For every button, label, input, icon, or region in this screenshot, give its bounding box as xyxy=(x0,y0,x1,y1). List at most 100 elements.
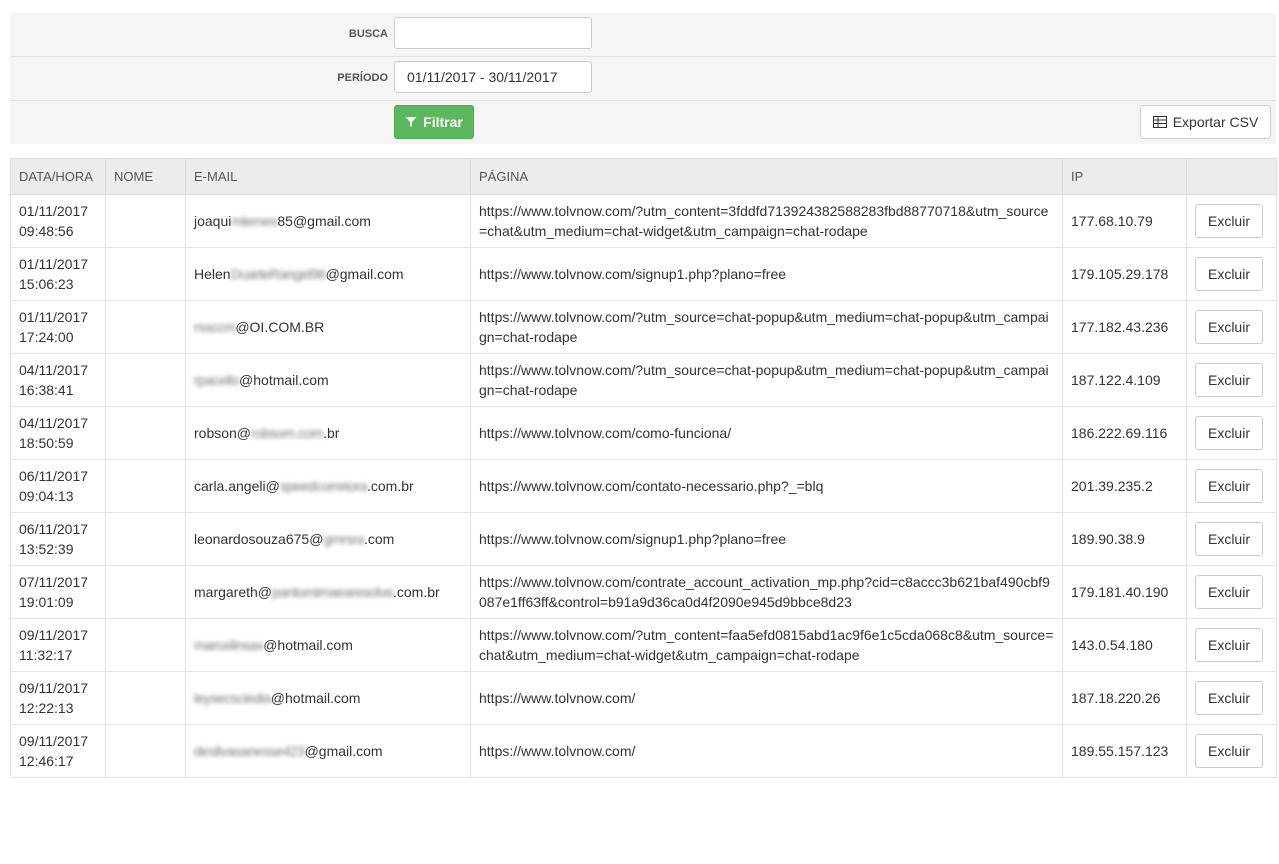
leads-table: DATA/HORA NOME E-MAIL PÁGINA IP 01/11/20… xyxy=(10,158,1277,778)
export-csv-button[interactable]: Exportar CSV xyxy=(1140,105,1271,139)
cell-ip: 186.222.69.116 xyxy=(1062,406,1187,460)
cell-ip: 177.68.10.79 xyxy=(1062,194,1187,248)
cell-date: 09/11/2017 xyxy=(19,733,89,749)
header-email[interactable]: E-MAIL xyxy=(185,158,471,195)
email-visible-end: @hotmail.com xyxy=(239,372,329,388)
delete-button[interactable]: Excluir xyxy=(1195,204,1263,238)
email-visible-end: .com xyxy=(363,531,395,547)
cell-page: https://www.tolvnow.com/?utm_content=faa… xyxy=(470,618,1063,672)
search-input[interactable] xyxy=(394,17,592,49)
table-icon xyxy=(1152,116,1167,128)
delete-button[interactable]: Excluir xyxy=(1195,522,1263,556)
filter-button-label: Filtrar xyxy=(423,114,463,130)
cell-ip: 189.90.38.9 xyxy=(1062,512,1187,566)
header-page[interactable]: PÁGINA xyxy=(470,158,1063,195)
cell-datetime: 09/11/2017 12:46:17 xyxy=(10,724,106,778)
cell-time: 18:50:59 xyxy=(19,435,74,451)
delete-button[interactable]: Excluir xyxy=(1195,575,1263,609)
email-visible-start: carla.angeli@ xyxy=(194,478,280,494)
cell-actions: Excluir xyxy=(1186,565,1277,619)
cell-actions: Excluir xyxy=(1186,512,1277,566)
cell-email: margareth@pantomimaearesolve.com.br xyxy=(185,565,471,619)
search-label: BUSCA xyxy=(348,28,388,40)
cell-ip: 189.55.157.123 xyxy=(1062,724,1187,778)
cell-page: https://www.tolvnow.com/ xyxy=(470,724,1063,778)
cell-date: 01/11/2017 xyxy=(19,256,89,272)
cell-time: 19:01:09 xyxy=(19,594,74,610)
cell-ip: 177.182.43.236 xyxy=(1062,300,1187,354)
cell-ip: 179.181.40.190 xyxy=(1062,565,1187,619)
table-row: 01/11/2017 17:24:00 rssccm@OI.COM.BR https:… xyxy=(10,300,1277,354)
cell-datetime: 01/11/2017 09:48:56 xyxy=(10,194,106,248)
cell-name xyxy=(105,247,186,301)
email-visible-end: .com.br xyxy=(366,478,414,494)
cell-datetime: 06/11/2017 09:04:13 xyxy=(10,459,106,513)
header-name[interactable]: NOME xyxy=(105,158,186,195)
email-visible-end: @hotmail.com xyxy=(270,690,361,706)
cell-email: HelenDuarteRangel96@gmail.com xyxy=(185,247,471,301)
cell-datetime: 04/11/2017 16:38:41 xyxy=(10,353,106,407)
cell-page: https://www.tolvnow.com/contato-necessar… xyxy=(470,459,1063,513)
table-row: 04/11/2017 16:38:41 rpacello@hotmail.com ht… xyxy=(10,353,1277,407)
email-redacted: rssccm xyxy=(194,319,236,335)
email-visible-start: leonardosouza675@ xyxy=(194,531,324,547)
cell-email: leysecsciedia@hotmail.com xyxy=(185,671,471,725)
cell-time: 17:24:00 xyxy=(19,329,74,345)
email-visible-start: Helen xyxy=(194,266,231,282)
email-redacted: pantomimaearesolve xyxy=(272,584,393,600)
cell-email: rssccm@OI.COM.BR xyxy=(185,300,471,354)
email-redacted: mlemes xyxy=(231,213,278,229)
email-visible-end: .com.br xyxy=(393,584,440,600)
email-visible-start: joaqui xyxy=(194,213,232,229)
delete-button[interactable]: Excluir xyxy=(1195,734,1263,768)
cell-page: https://www.tolvnow.com/contrate_account… xyxy=(470,565,1063,619)
cell-time: 11:32:17 xyxy=(19,647,73,663)
cell-page: https://www.tolvnow.com/?utm_source=chat… xyxy=(470,353,1063,407)
cell-actions: Excluir xyxy=(1186,671,1277,725)
cell-datetime: 09/11/2017 12:22:13 xyxy=(10,671,106,725)
cell-time: 15:06:23 xyxy=(19,276,74,292)
delete-button[interactable]: Excluir xyxy=(1195,363,1263,397)
cell-name xyxy=(105,512,186,566)
cell-datetime: 01/11/2017 17:24:00 xyxy=(10,300,106,354)
cell-email: carla.angeli@speedcorretora.com.br xyxy=(185,459,471,513)
email-redacted: speedcorretora xyxy=(279,478,368,494)
cell-name xyxy=(105,565,186,619)
header-ip[interactable]: IP xyxy=(1062,158,1187,195)
cell-name xyxy=(105,406,186,460)
cell-actions: Excluir xyxy=(1186,724,1277,778)
cell-name xyxy=(105,300,186,354)
period-label: PERÍODO xyxy=(337,72,388,84)
cell-datetime: 07/11/2017 19:01:09 xyxy=(10,565,106,619)
cell-email: leonardosouza675@gmrsra.com xyxy=(185,512,471,566)
delete-button[interactable]: Excluir xyxy=(1195,416,1263,450)
cell-ip: 187.18.220.26 xyxy=(1062,671,1187,725)
cell-ip: 187.122.4.109 xyxy=(1062,353,1187,407)
delete-button[interactable]: Excluir xyxy=(1195,628,1263,662)
cell-actions: Excluir xyxy=(1186,406,1277,460)
header-datetime[interactable]: DATA/HORA xyxy=(10,158,106,195)
filter-panel: BUSCA PERÍODO 01/11/2017 - 30/11/2017 Fi… xyxy=(10,13,1276,144)
period-input[interactable]: 01/11/2017 - 30/11/2017 xyxy=(394,61,592,93)
cell-time: 13:52:39 xyxy=(19,541,74,557)
table-row: 06/11/2017 13:52:39 leonardosouza675@gmrsr… xyxy=(10,512,1277,566)
cell-name xyxy=(105,671,186,725)
cell-time: 12:46:17 xyxy=(19,753,74,769)
delete-button[interactable]: Excluir xyxy=(1195,310,1263,344)
cell-actions: Excluir xyxy=(1186,194,1277,248)
delete-button[interactable]: Excluir xyxy=(1195,681,1263,715)
email-visible-end: @OI.COM.BR xyxy=(235,319,325,335)
cell-actions: Excluir xyxy=(1186,353,1277,407)
cell-page: https://www.tolvnow.com/?utm_source=chat… xyxy=(470,300,1063,354)
email-visible-end: .br xyxy=(323,425,340,441)
filter-button[interactable]: Filtrar xyxy=(394,105,474,139)
delete-button[interactable]: Excluir xyxy=(1195,257,1263,291)
cell-email: desilvasanesse423@gmail.com xyxy=(185,724,471,778)
cell-time: 09:48:56 xyxy=(19,223,74,239)
cell-page: https://www.tolvnow.com/como-funciona/ xyxy=(470,406,1063,460)
delete-button[interactable]: Excluir xyxy=(1195,469,1263,503)
email-redacted: DuarteRangel96 xyxy=(230,266,326,282)
period-row: PERÍODO 01/11/2017 - 30/11/2017 xyxy=(10,57,1276,101)
cell-email: rpacello@hotmail.com xyxy=(185,353,471,407)
table-row: 01/11/2017 09:48:56 joaquimlemes85@gmail.c… xyxy=(10,194,1277,248)
